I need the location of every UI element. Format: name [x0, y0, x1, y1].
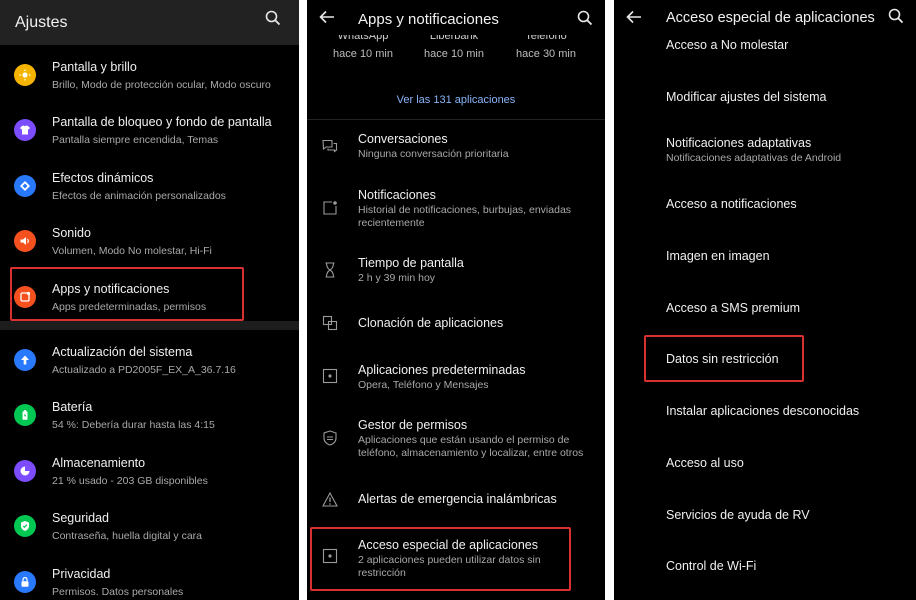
apps-item-default-apps[interactable]: Aplicaciones predeterminadas Opera, Telé…	[307, 352, 605, 400]
settings-panel: Ajustes Pantalla y brillo Brillo, Modo d…	[0, 0, 299, 600]
default-app-icon	[321, 367, 339, 385]
chat-icon	[321, 137, 339, 155]
item-subtitle: Efectos de animación personalizados	[52, 190, 226, 202]
item-subtitle: Ninguna conversación prioritaria	[358, 148, 509, 160]
page-title: Ajustes	[15, 13, 68, 31]
apps-item-screen-time[interactable]: Tiempo de pantalla 2 h y 39 min hoy	[307, 248, 605, 292]
settings-item-lockscreen[interactable]: Pantalla de bloqueo y fondo de pantalla …	[0, 104, 299, 154]
item-subtitle: 2 h y 39 min hoy	[358, 272, 436, 284]
item-title: Tiempo de pantalla	[358, 256, 464, 270]
item-title: Aplicaciones predeterminadas	[358, 363, 526, 377]
settings-item-privacy[interactable]: Privacidad Permisos. Datos personales	[0, 556, 299, 600]
recent-app-time[interactable]: hace 10 min	[323, 48, 403, 60]
back-arrow-icon[interactable]	[319, 10, 335, 24]
highlight-box	[10, 267, 244, 321]
page-title: Apps y notificaciones	[358, 11, 499, 28]
apps-header: Apps y notificaciones	[307, 0, 605, 40]
item-title: Notificaciones	[358, 188, 436, 202]
item-subtitle: 54 %: Debería durar hasta las 4:15	[52, 419, 215, 431]
recent-app-time[interactable]: hace 30 min	[506, 48, 586, 60]
diamond-icon	[14, 175, 36, 197]
access-item-premium-sms[interactable]: Acceso a SMS premium	[666, 301, 800, 315]
apps-notifications-panel: Apps y notificaciones WhatsApp hace 10 m…	[307, 0, 605, 600]
item-subtitle: Actualizado a PD2005F_EX_A_36.7.16	[52, 364, 236, 376]
apps-item-app-clone[interactable]: Clonación de aplicaciones	[307, 304, 605, 344]
item-title: Efectos dinámicos	[52, 171, 154, 185]
settings-item-sound[interactable]: Sonido Volumen, Modo No molestar, Hi-Fi	[0, 215, 299, 265]
settings-item-system-update[interactable]: Actualización del sistema Actualizado a …	[0, 334, 299, 384]
highlight-box	[644, 335, 804, 382]
access-item-vr-helper[interactable]: Servicios de ayuda de RV	[666, 508, 810, 522]
notification-icon	[321, 199, 339, 217]
apps-item-emergency-alerts[interactable]: Alertas de emergencia inalámbricas	[307, 480, 605, 518]
item-title: Clonación de aplicaciones	[358, 316, 504, 330]
item-subtitle: Pantalla siempre encendida, Temas	[52, 134, 219, 146]
special-access-panel: Acceso especial de aplicaciones Acceso a…	[614, 0, 916, 600]
access-item-picture-in-picture[interactable]: Imagen en imagen	[666, 249, 770, 263]
sun-icon	[14, 64, 36, 86]
item-title: Sonido	[52, 226, 91, 240]
shirt-icon	[14, 119, 36, 141]
item-title: Almacenamiento	[52, 456, 146, 470]
recent-app-time[interactable]: hace 10 min	[414, 48, 494, 60]
search-icon[interactable]	[265, 10, 281, 26]
apps-item-conversations[interactable]: Conversaciones Ninguna conversación prio…	[307, 124, 605, 176]
warning-icon	[321, 490, 339, 508]
item-title: Pantalla y brillo	[52, 60, 137, 74]
pie-icon	[14, 460, 36, 482]
arrow-up-icon	[14, 349, 36, 371]
access-item-usage-access[interactable]: Acceso al uso	[666, 456, 744, 470]
item-title: Conversaciones	[358, 132, 448, 146]
item-subtitle: Volumen, Modo No molestar, Hi-Fi	[52, 245, 212, 257]
access-item-notification-access[interactable]: Acceso a notificaciones	[666, 197, 797, 211]
settings-header: Ajustes	[0, 0, 299, 45]
search-icon[interactable]	[577, 10, 593, 26]
settings-item-storage[interactable]: Almacenamiento 21 % usado - 203 GB dispo…	[0, 445, 299, 495]
battery-icon	[14, 404, 36, 426]
item-title: Privacidad	[52, 567, 111, 581]
item-title: Alertas de emergencia inalámbricas	[358, 492, 557, 506]
item-subtitle: Permisos. Datos personales	[52, 586, 184, 598]
special-access-header: Acceso especial de aplicaciones	[614, 0, 916, 40]
access-item-dnd[interactable]: Acceso a No molestar	[666, 38, 788, 52]
item-title: Seguridad	[52, 511, 109, 525]
clone-icon	[321, 314, 339, 332]
item-subtitle: Brillo, Modo de protección ocular, Modo …	[52, 79, 271, 91]
access-item-modify-system[interactable]: Modificar ajustes del sistema	[666, 90, 826, 104]
item-title: Pantalla de bloqueo y fondo de pantalla	[52, 115, 272, 129]
section-divider	[0, 321, 299, 330]
access-item-adaptive-notifications[interactable]: Notificaciones adaptativas	[666, 136, 811, 150]
divider	[307, 119, 605, 120]
access-item-unknown-apps[interactable]: Instalar aplicaciones desconocidas	[666, 404, 859, 418]
apps-item-permission-manager[interactable]: Gestor de permisos Aplicaciones que está…	[307, 408, 605, 468]
settings-item-effects[interactable]: Efectos dinámicos Efectos de animación p…	[0, 160, 299, 210]
shield-icon	[14, 515, 36, 537]
item-subtitle: Contraseña, huella digital y cara	[52, 530, 203, 542]
highlight-box	[310, 527, 571, 591]
back-arrow-icon[interactable]	[626, 10, 642, 24]
access-item-wifi-control[interactable]: Control de Wi-Fi	[666, 559, 756, 573]
recent-app-name: WhatsApp	[337, 35, 389, 42]
access-item-subtitle: Notificaciones adaptativas de Android	[666, 152, 842, 164]
item-title: Batería	[52, 400, 93, 414]
see-all-apps-link[interactable]: Ver las 131 aplicaciones	[307, 94, 605, 106]
hourglass-icon	[321, 261, 339, 279]
settings-item-security[interactable]: Seguridad Contraseña, huella digital y c…	[0, 500, 299, 550]
lock-icon	[14, 571, 36, 593]
item-title: Actualización del sistema	[52, 345, 193, 359]
settings-item-display[interactable]: Pantalla y brillo Brillo, Modo de protec…	[0, 49, 299, 99]
recent-app-name: Liberbank	[429, 35, 479, 42]
permission-shield-icon	[321, 429, 339, 447]
item-subtitle: Opera, Teléfono y Mensajes	[358, 379, 489, 391]
item-title: Gestor de permisos	[358, 418, 468, 432]
apps-item-notifications[interactable]: Notificaciones Historial de notificacion…	[307, 180, 605, 240]
recent-app-name: Teléfono	[525, 35, 567, 42]
speaker-icon	[14, 230, 36, 252]
page-title: Acceso especial de aplicaciones	[666, 10, 875, 26]
search-icon[interactable]	[888, 8, 904, 24]
item-subtitle: 21 % usado - 203 GB disponibles	[52, 475, 208, 487]
item-subtitle: Historial de notificaciones, burbujas, e…	[358, 204, 572, 229]
settings-item-battery[interactable]: Batería 54 %: Debería durar hasta las 4:…	[0, 389, 299, 439]
item-subtitle: Aplicaciones que están usando el permiso…	[358, 434, 584, 459]
